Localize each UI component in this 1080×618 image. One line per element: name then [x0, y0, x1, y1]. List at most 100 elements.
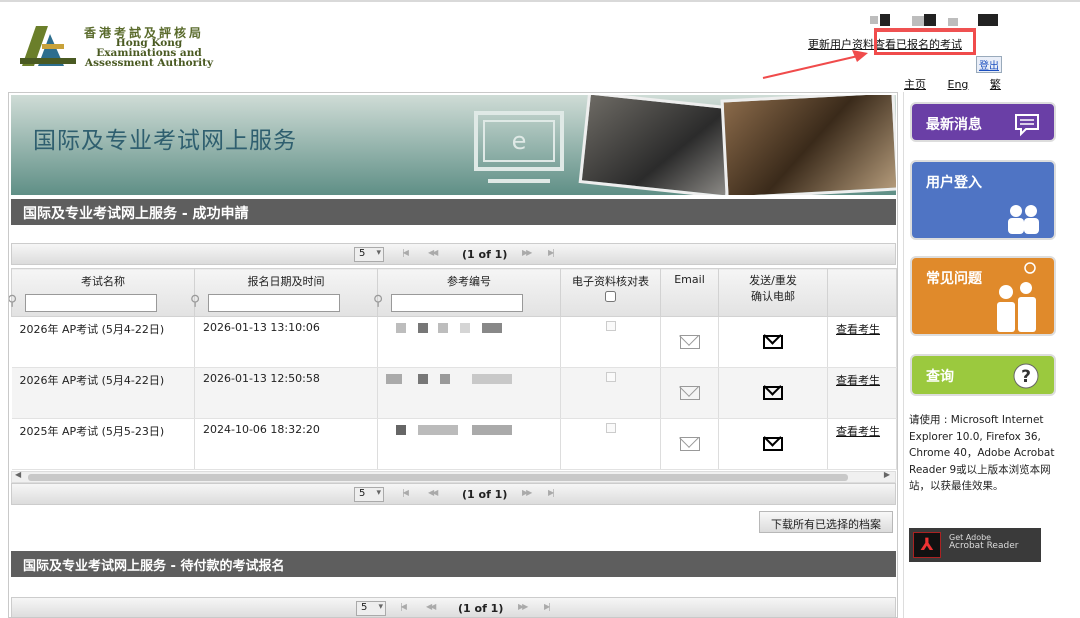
masked-reference [396, 425, 406, 435]
download-selected-button[interactable]: 下载所有已选择的档案 [759, 511, 893, 533]
masked-username [924, 14, 936, 26]
success-section-title: 国际及专业考试网上服务 - 成功申請 [11, 199, 896, 225]
col-send-confirmation: 发送/重发 确认电邮 [718, 268, 828, 317]
reference-filter-input[interactable] [391, 294, 523, 312]
monitor-e-icon: e [474, 111, 564, 183]
chat-bubble-icon [1015, 114, 1039, 137]
masked-reference [396, 323, 406, 333]
row-checkbox[interactable] [605, 321, 616, 331]
user-login-tile[interactable]: 用户登入 [910, 160, 1056, 240]
search-icon: ⚲ [373, 293, 384, 309]
table-row: 2026年 AP考试 (5月4-22日) 2026-01-13 12:50:58… [11, 367, 897, 419]
top-border [0, 0, 1080, 2]
col-email: Email [660, 268, 719, 317]
col-send-confirmation-label: 发送/重发 确认电邮 [749, 274, 797, 303]
row-checkbox[interactable] [605, 372, 616, 382]
exam-name-filter-input[interactable] [25, 294, 157, 312]
view-candidate-link[interactable]: 查看考生 [836, 425, 880, 438]
reference-cell [377, 367, 561, 419]
faq-people-icon [997, 262, 1036, 332]
nav-home-link[interactable]: 主页 [904, 78, 926, 91]
email-envelope-icon [679, 386, 700, 400]
masked-reference [460, 323, 470, 333]
page-indicator: (1 of 1) [462, 488, 508, 501]
banner-title: 国际及专业考试网上服务 [33, 128, 297, 154]
prev-page-icon[interactable]: ◀◀ [428, 488, 438, 497]
email-cell [660, 316, 719, 368]
svg-text:e: e [512, 127, 527, 155]
datetime-cell: 2024-10-06 18:32:20 [194, 418, 378, 470]
first-page-icon[interactable]: |◀ [402, 488, 409, 497]
checklist-cell [560, 418, 661, 470]
page-size-select[interactable]: 5 [354, 247, 384, 262]
last-page-icon[interactable]: ▶| [548, 488, 555, 497]
datetime-filter: ⚲ [190, 293, 366, 312]
view-candidate-link[interactable]: 查看考生 [836, 323, 880, 336]
exam-hall-photo [720, 95, 896, 195]
send-confirmation-icon[interactable] [763, 437, 783, 451]
masked-reference [472, 374, 512, 384]
reference-cell [377, 418, 561, 470]
email-envelope-icon [679, 437, 700, 451]
hkeaa-logo[interactable]: 香港考試及評核局 Hong Kong Examinations and Asse… [18, 22, 218, 74]
horizontal-scrollbar[interactable]: ◀ ▶ [11, 470, 896, 483]
datetime-filter-input[interactable] [208, 294, 340, 312]
send-cell [718, 418, 828, 470]
col-reference-number: 参考编号 ⚲ [373, 268, 561, 317]
masked-reference [438, 323, 448, 333]
annotation-arrow-icon [762, 50, 868, 79]
prev-page-icon[interactable]: ◀◀ [426, 602, 436, 611]
action-cell: 查看考生 [827, 367, 897, 419]
next-page-icon[interactable]: ▶▶ [518, 602, 528, 611]
masked-reference [418, 374, 428, 384]
masked-username [912, 16, 924, 26]
exam-name-cell: 2026年 AP考试 (5月4-22日) [11, 367, 195, 419]
main-content: 国际及专业考试网上服务 e 国际及专业考试网上服务 - 成功申請 5 |◀ ◀◀… [8, 92, 898, 618]
nav-english-link[interactable]: Eng [948, 78, 969, 91]
logout-button[interactable]: 登出 [976, 56, 1002, 73]
exam-name-cell: 2025年 AP考试 (5月5-23日) [11, 418, 195, 470]
table-row: 2025年 AP考试 (5月5-23日) 2024-10-06 18:32:20… [11, 418, 897, 470]
language-nav: 主页 Eng 繁 [904, 76, 1019, 92]
select-all-checkbox[interactable] [605, 291, 616, 302]
first-page-icon[interactable]: |◀ [402, 248, 409, 257]
get-adobe-reader-badge[interactable]: ⅄ Get Adobe Acrobat Reader [909, 528, 1041, 562]
annotation-highlight-box [874, 28, 976, 55]
latest-news-tile[interactable]: 最新消息 [910, 102, 1056, 142]
col-registration-datetime: 报名日期及时间 ⚲ [190, 268, 378, 317]
page-size-select[interactable]: 5 [354, 487, 384, 502]
prev-page-icon[interactable]: ◀◀ [428, 248, 438, 257]
faq-tile[interactable]: 常见问题 [910, 256, 1056, 336]
enquiry-tile[interactable]: 查询 ? [910, 354, 1056, 396]
col-actions [827, 268, 897, 317]
scrollbar-thumb[interactable] [28, 474, 848, 481]
logo-english-name: Hong Kong Examinations and Assessment Au… [84, 38, 214, 69]
pending-pager: 5 |◀ ◀◀ (1 of 1) ▶▶ ▶| [11, 597, 896, 617]
next-page-icon[interactable]: ▶▶ [522, 248, 532, 257]
nav-traditional-chinese-link[interactable]: 繁 [990, 78, 1001, 91]
user-login-label: 用户登入 [926, 175, 982, 191]
col-e-checklist: 电子资料核对表 [560, 268, 661, 317]
adobe-line2: Acrobat Reader [949, 541, 1019, 551]
row-checkbox[interactable] [605, 423, 616, 433]
logo-en-line3: Assessment Authority [84, 57, 214, 69]
search-icon: ⚲ [8, 293, 18, 309]
email-cell [660, 418, 719, 470]
scroll-right-icon[interactable]: ▶ [884, 470, 890, 479]
first-page-icon[interactable]: |◀ [400, 602, 407, 611]
last-page-icon[interactable]: ▶| [544, 602, 551, 611]
view-candidate-link[interactable]: 查看考生 [836, 374, 880, 387]
next-page-icon[interactable]: ▶▶ [522, 488, 532, 497]
users-icon [1008, 205, 1039, 234]
scroll-left-icon[interactable]: ◀ [15, 470, 21, 479]
send-confirmation-icon[interactable] [763, 386, 783, 400]
send-confirmation-icon[interactable] [763, 335, 783, 349]
hkeaa-logo-icon [20, 26, 76, 66]
masked-reference [440, 374, 450, 384]
masked-reference [386, 374, 402, 384]
annotation-highlight-top [874, 28, 976, 32]
page-size-select[interactable]: 5 [356, 601, 386, 616]
last-page-icon[interactable]: ▶| [548, 248, 555, 257]
email-envelope-icon [679, 335, 700, 349]
checklist-cell [560, 367, 661, 419]
